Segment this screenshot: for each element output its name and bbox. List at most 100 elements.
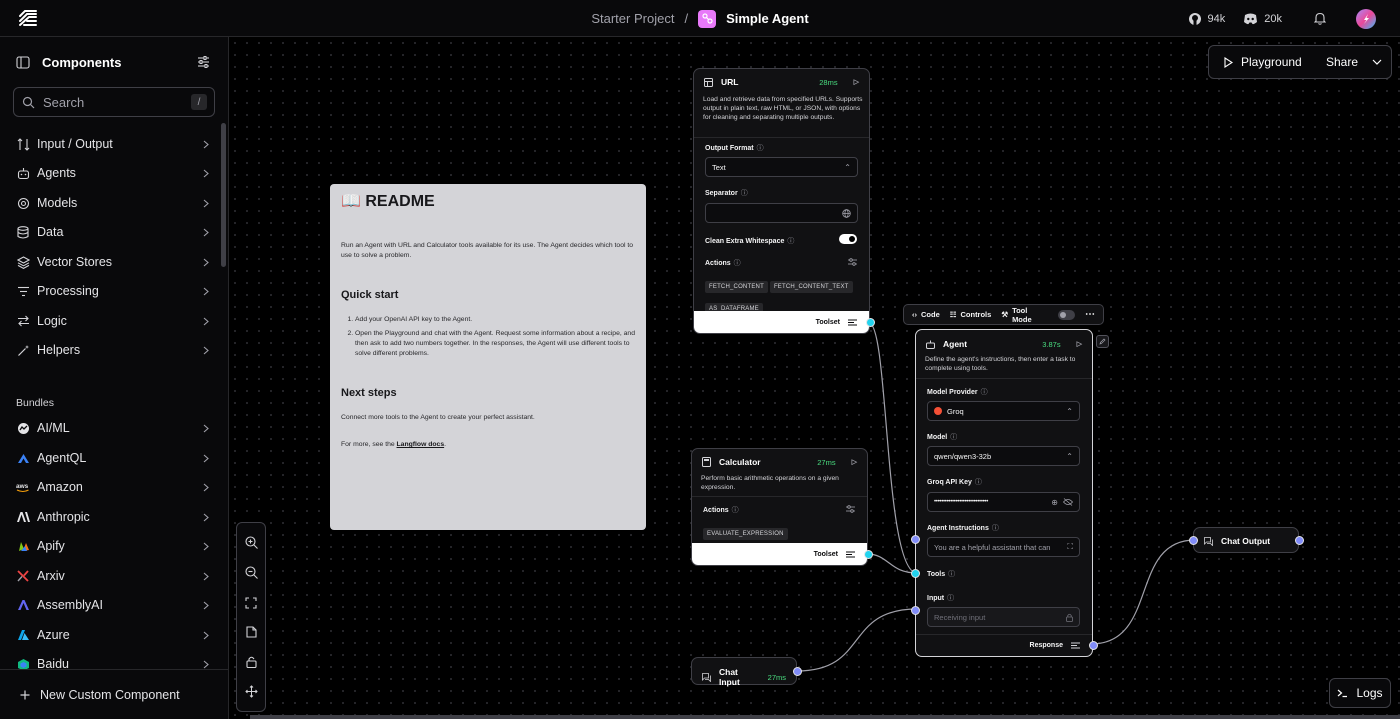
search-input[interactable] <box>43 94 183 110</box>
sidebar-bundle-aiml[interactable]: AI/ML <box>16 417 209 439</box>
calculator-node[interactable]: Calculator 27ms ▷ Perform basic arithmet… <box>691 448 873 566</box>
logs-button[interactable]: Logs <box>1329 678 1391 708</box>
sidebar-item-data[interactable]: Data <box>16 221 209 243</box>
tool-mode-button[interactable]: ⚒ Tool Mode <box>1001 306 1047 324</box>
next-steps-text: Connect more tools to the Agent to creat… <box>341 414 535 422</box>
sidebar-bundle-apify[interactable]: Apify <box>16 535 209 557</box>
lock-icon[interactable] <box>245 656 257 668</box>
breadcrumb-project[interactable]: Starter Project <box>591 11 674 26</box>
chat-input-node[interactable]: Chat Input 27ms <box>691 657 802 687</box>
list-icon[interactable] <box>1071 642 1080 649</box>
edge-agent-to-chatoutput <box>1090 539 1196 645</box>
canvas-horizontal-scrollbar[interactable] <box>250 715 1400 719</box>
clean-whitespace-toggle[interactable] <box>839 234 857 244</box>
top-bar: Starter Project / Simple Agent 94k 20k <box>0 0 1400 37</box>
api-key-input[interactable]: •••••••••••••••••••••••••••••• ⊕ <box>927 492 1080 512</box>
calculator-node-output: Toolset <box>692 543 867 565</box>
list-icon[interactable] <box>846 551 855 558</box>
model-select[interactable]: qwen/qwen3-32b ⌃ <box>927 446 1080 466</box>
sidebar-item-input-output[interactable]: Input / Output <box>16 133 209 155</box>
share-button[interactable]: Share <box>1314 55 1382 69</box>
discord-link[interactable]: 20k <box>1243 13 1282 25</box>
globe-icon[interactable] <box>842 208 851 218</box>
more-icon[interactable]: ⋯ <box>1085 309 1095 320</box>
flow-canvas[interactable]: 📖 README Run an Agent with URL and Calcu… <box>229 37 1400 719</box>
agent-input-handle[interactable] <box>911 606 920 615</box>
sidebar-item-helpers[interactable]: Helpers <box>16 339 209 361</box>
models-icon <box>16 196 30 210</box>
new-custom-component-button[interactable]: New Custom Component <box>0 669 228 719</box>
agent-instructions-input[interactable]: You are a helpful assistant that can ⛶ <box>927 537 1080 557</box>
agent-tools-handle[interactable] <box>911 569 920 578</box>
divider <box>694 137 869 138</box>
readme-note[interactable]: 📖 README Run an Agent with URL and Calcu… <box>330 184 646 530</box>
chat-output-output-handle[interactable] <box>1295 536 1304 545</box>
play-icon[interactable]: ▷ <box>854 78 859 86</box>
chat-output-input-handle[interactable] <box>1189 536 1198 545</box>
agent-input-placeholder: Receiving input <box>934 612 986 622</box>
edit-node-icon[interactable] <box>1096 335 1109 348</box>
calculator-output-handle[interactable] <box>864 550 873 559</box>
sliders-icon[interactable] <box>846 505 855 513</box>
sidebar-item-models[interactable]: Models <box>16 192 209 214</box>
sidebar-item-logic[interactable]: Logic <box>16 310 209 332</box>
sticky-note-icon[interactable] <box>245 626 257 638</box>
sidebar-bundle-azure[interactable]: Azure <box>16 624 209 646</box>
chevron-right-icon <box>203 660 209 669</box>
sidebar-item-label: Apify <box>37 539 65 553</box>
github-link[interactable]: 94k <box>1188 12 1225 26</box>
sidebar-item-vector-stores[interactable]: Vector Stores <box>16 251 209 273</box>
user-avatar[interactable] <box>1356 8 1376 29</box>
play-icon[interactable]: ▷ <box>852 458 857 466</box>
sliders-icon[interactable] <box>848 258 857 266</box>
zoom-out-icon[interactable] <box>244 566 258 580</box>
globe-icon[interactable]: ⊕ <box>1051 498 1058 507</box>
chevron-right-icon <box>203 228 209 237</box>
langflow-docs-link[interactable]: Langflow docs <box>397 441 445 448</box>
list-icon[interactable] <box>848 319 857 326</box>
tool-mode-toggle[interactable] <box>1057 309 1075 320</box>
sidebar-toggle-icon[interactable] <box>16 56 30 69</box>
play-icon[interactable]: ▷ <box>1077 340 1082 348</box>
agent-instructions-handle[interactable] <box>911 535 920 544</box>
url-node[interactable]: URL 28ms ▷ Load and retrieve data from s… <box>693 68 875 334</box>
sidebar-item-agents[interactable]: Agents <box>16 162 209 184</box>
play-icon <box>1224 56 1233 68</box>
sidebar-item-processing[interactable]: Processing <box>16 280 209 302</box>
sidebar-bundle-arxiv[interactable]: Arxiv <box>16 565 209 587</box>
controls-button[interactable]: ☷ Controls <box>950 310 992 319</box>
sidebar-bundle-assemblyai[interactable]: AssemblyAI <box>16 594 209 616</box>
playground-button[interactable]: Playground <box>1209 55 1314 69</box>
sidebar-bundle-amazon[interactable]: aws Amazon <box>16 476 209 498</box>
info-icon: ⓘ <box>991 525 999 532</box>
sidebar-scrollbar[interactable] <box>221 123 226 267</box>
divider <box>692 496 867 497</box>
sidebar-bundle-agentql[interactable]: AgentQL <box>16 447 209 469</box>
code-button[interactable]: ‹› Code <box>912 310 940 319</box>
info-icon: ⓘ <box>756 145 764 152</box>
move-icon[interactable] <box>244 685 258 698</box>
expand-icon[interactable]: ⛶ <box>1067 542 1073 552</box>
separator-input[interactable] <box>705 203 858 223</box>
fit-view-icon[interactable] <box>245 597 257 609</box>
chat-output-node[interactable]: Chat Output <box>1189 527 1304 553</box>
flow-name[interactable]: Simple Agent <box>726 11 809 26</box>
code-icon: ‹› <box>912 310 917 319</box>
sidebar-settings-icon[interactable] <box>197 56 210 68</box>
agent-node[interactable]: Agent 3.87s ▷ Define the agent's instruc… <box>911 329 1098 657</box>
chevron-right-icon <box>203 454 209 463</box>
url-output-handle[interactable] <box>866 318 875 327</box>
zoom-in-icon[interactable] <box>244 536 258 549</box>
code-label: Code <box>921 310 940 319</box>
list-filter-icon <box>16 284 30 298</box>
sidebar-bundle-anthropic[interactable]: Anthropic <box>16 506 209 528</box>
agent-input-field[interactable]: Receiving input <box>927 607 1080 627</box>
eye-off-icon[interactable] <box>1063 498 1073 506</box>
bell-icon[interactable] <box>1314 12 1326 25</box>
model-provider-select[interactable]: Groq ⌃ <box>927 401 1080 421</box>
api-key-value: •••••••••••••••••••••••••••••• <box>934 499 989 505</box>
sidebar-item-label: AI/ML <box>37 421 70 435</box>
chat-input-output-handle[interactable] <box>793 667 802 676</box>
agent-response-handle[interactable] <box>1089 641 1098 650</box>
output-format-select[interactable]: Text ⌃ <box>705 157 858 177</box>
